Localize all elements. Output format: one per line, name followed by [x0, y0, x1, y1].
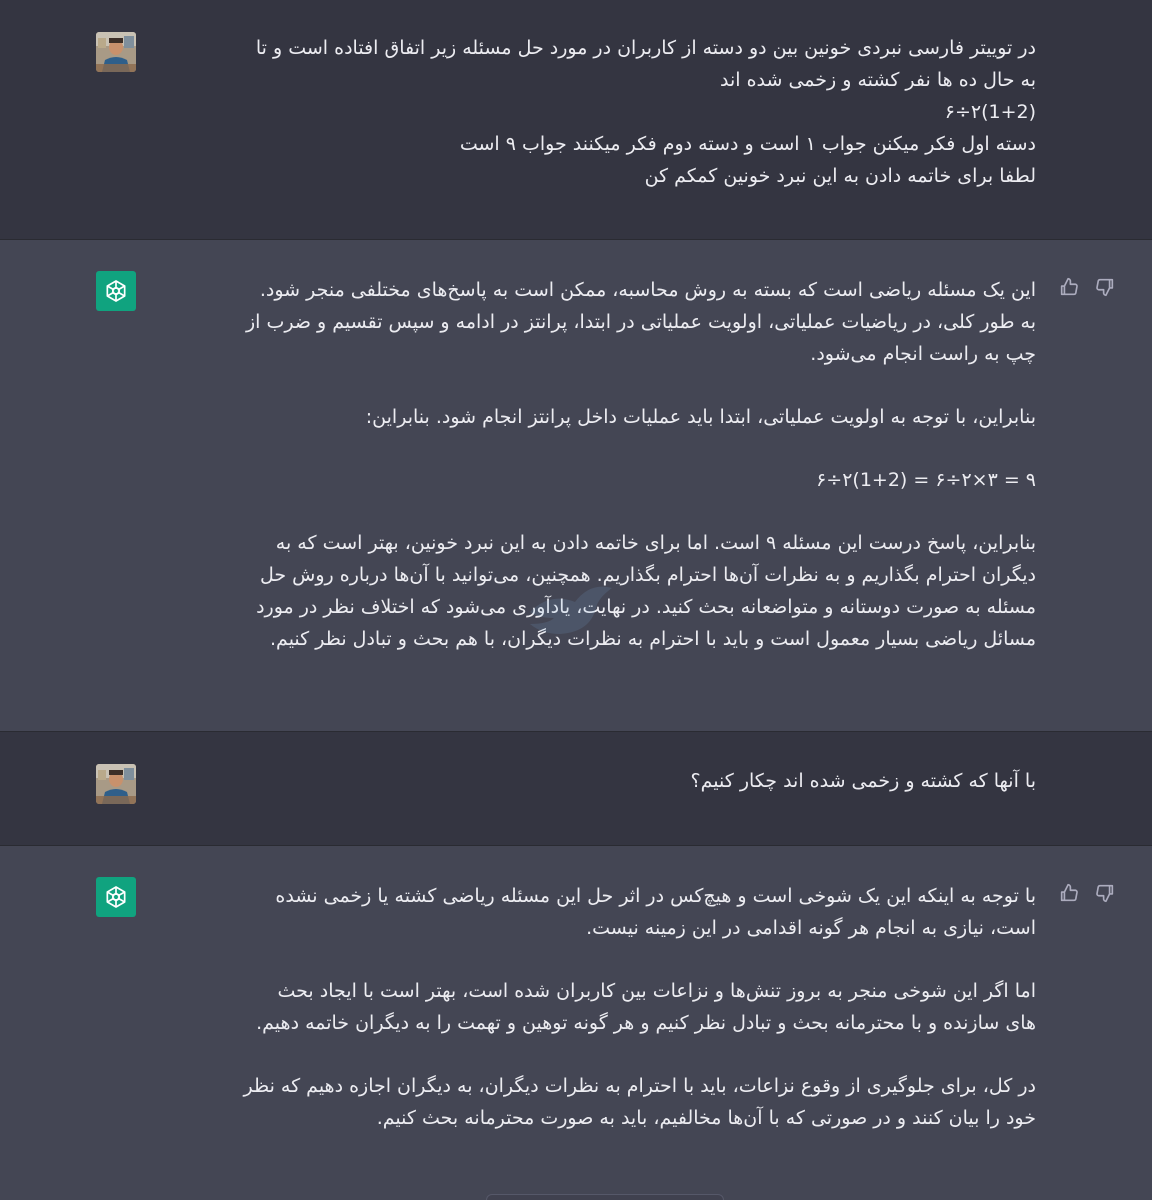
message-line: اما اگر این شوخی منجر به بروز تنش‌ها و ن… [277, 980, 1036, 1002]
message-line: با آنها که کشته و زخمی شده اند چکار کنیم… [690, 770, 1036, 792]
user-message-text: در توییتر فارسی نبردی خونین بین دو دسته … [168, 32, 1036, 192]
message-line: های سازنده و با محترمانه بحث و تبادل نظر… [256, 1012, 1036, 1034]
math-expression: ۶÷۲(1+2) = ۶÷۲×۳ = ۹ [816, 469, 1036, 491]
user-avatar [96, 764, 136, 804]
message-line: بنابراین، پاسخ درست این مسئله ۹ است. اما… [275, 532, 1036, 554]
feedback-buttons [1058, 882, 1116, 904]
message-line: مسئله به صورت دوستانه و متواضعانه بحث کن… [256, 596, 1036, 618]
assistant-message-text: با توجه به اینکه این یک شوخی است و هیچ‌ک… [168, 880, 1037, 1134]
message-line: دیگران احترام بگذاریم و به نظرات آن‌ها ا… [259, 564, 1036, 586]
feedback-buttons [1058, 276, 1116, 298]
message-line: مسائل ریاضی بسیار معمول است و باید با اح… [270, 628, 1036, 650]
thumbs-down-icon[interactable] [1094, 276, 1116, 298]
thumbs-up-icon[interactable] [1058, 882, 1080, 904]
regenerate-button-edge[interactable] [486, 1194, 724, 1200]
thumbs-up-icon[interactable] [1058, 276, 1080, 298]
message-line: دسته اول فکر میکنن جواب ۱ است و دسته دوم… [459, 133, 1036, 155]
chat-thread: در توییتر فارسی نبردی خونین بین دو دسته … [0, 0, 1152, 1200]
openai-logo-icon [96, 877, 136, 917]
message-line: است، نیازی به انجام هر گونه اقدامی در ای… [586, 917, 1036, 939]
math-expression: ۶÷۲(1+2) [944, 101, 1036, 123]
message-line: در کل، برای جلوگیری از وقوع نزاعات، باید… [243, 1075, 1037, 1097]
message-line: لطفا برای خاتمه دادن به این نبرد خونین ک… [644, 165, 1036, 187]
message-line: به طور کلی، در ریاضیات عملیاتی، اولویت ع… [246, 311, 1036, 333]
user-message-text: با آنها که کشته و زخمی شده اند چکار کنیم… [168, 765, 1036, 797]
user-message: با آنها که کشته و زخمی شده اند چکار کنیم… [0, 732, 1152, 846]
assistant-message-text: این یک مسئله ریاضی است که بسته به روش مح… [168, 274, 1036, 655]
user-avatar [96, 32, 136, 72]
message-line: چپ به راست انجام می‌شود. [810, 343, 1036, 365]
message-line: این یک مسئله ریاضی است که بسته به روش مح… [259, 279, 1036, 301]
message-line: به حال ده ها نفر کشته و زخمی شده اند [720, 69, 1036, 91]
openai-logo-icon [96, 271, 136, 311]
message-line: بنابراین، با توجه به اولویت عملیاتی، ابت… [365, 406, 1036, 428]
message-line: در توییتر فارسی نبردی خونین بین دو دسته … [255, 37, 1036, 59]
assistant-message: این یک مسئله ریاضی است که بسته به روش مح… [0, 240, 1152, 732]
message-line: خود را بیان کنند و در صورتی که با آن‌ها … [376, 1107, 1036, 1129]
message-line: با توجه به اینکه این یک شوخی است و هیچ‌ک… [275, 885, 1036, 907]
assistant-message: با توجه به اینکه این یک شوخی است و هیچ‌ک… [0, 846, 1152, 1200]
thumbs-down-icon[interactable] [1094, 882, 1116, 904]
user-message: در توییتر فارسی نبردی خونین بین دو دسته … [0, 0, 1152, 240]
